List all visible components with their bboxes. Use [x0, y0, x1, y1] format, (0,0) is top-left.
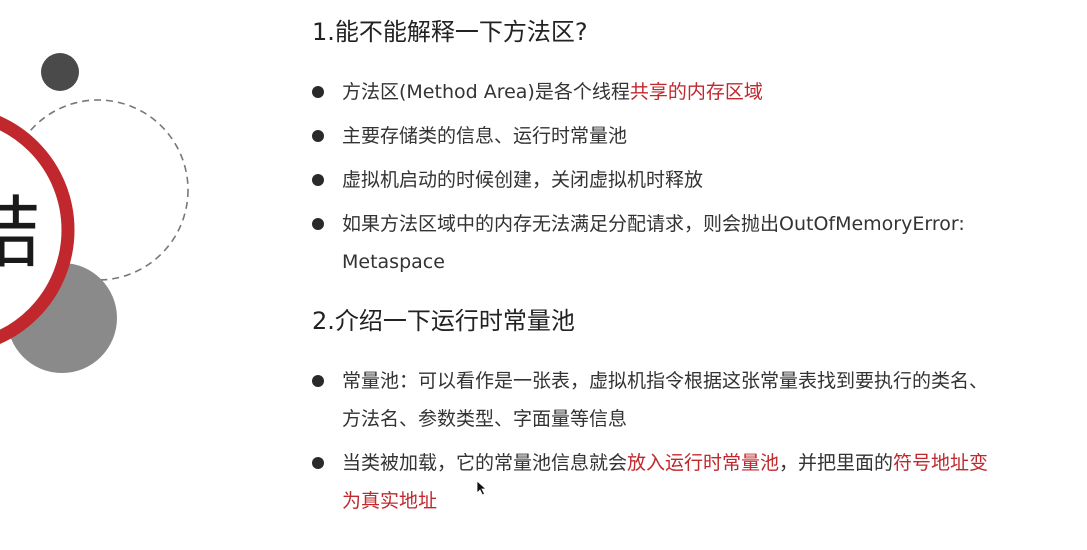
item-text: 方法区(Method Area)是各个线程 — [342, 81, 630, 103]
item-text: 常量池：可以看作是一张表，虚拟机指令根据这张常量表找到要执行的类名、 — [342, 370, 989, 392]
section2-heading: 2.介绍一下运行时常量池 — [312, 307, 575, 335]
section2-list-wrap: 常量池：可以看作是一张表，虚拟机指令根据这张常量表找到要执行的类名、 方法名、参… — [312, 362, 1082, 520]
list-item: 主要存储类的信息、运行时常量池 — [312, 117, 1072, 155]
item-text-cont: Metaspace — [342, 251, 445, 273]
bullet-icon — [312, 174, 324, 186]
item-text: 当类被加载，它的常量池信息就会 — [342, 452, 628, 474]
bullet-icon — [312, 375, 324, 387]
cursor-icon — [476, 480, 488, 496]
list-item: 如果方法区域中的内存无法满足分配请求，则会抛出OutOfMemoryError:… — [312, 205, 1072, 281]
section1-list: 方法区(Method Area)是各个线程共享的内存区域 主要存储类的信息、运行… — [312, 73, 1072, 281]
section1-list-wrap: 方法区(Method Area)是各个线程共享的内存区域 主要存储类的信息、运行… — [312, 73, 1072, 281]
bullet-icon — [312, 457, 324, 469]
item-highlight: 放入运行时常量池 — [627, 452, 780, 474]
item-highlight: 共享的内存区域 — [629, 81, 763, 103]
item-text-cont: 方法名、参数类型、字面量等信息 — [342, 408, 628, 430]
section2-list: 常量池：可以看作是一张表，虚拟机指令根据这张常量表找到要执行的类名、 方法名、参… — [312, 362, 1082, 520]
list-item: 虚拟机启动的时候创建，关闭虚拟机时释放 — [312, 161, 1072, 199]
item-highlight: 为真实地址 — [342, 490, 438, 512]
item-text: 虚拟机启动的时候创建，关闭虚拟机时释放 — [342, 169, 704, 191]
bullet-icon — [312, 86, 324, 98]
section1-heading: 1.能不能解释一下方法区? — [312, 18, 588, 46]
item-text: 如果方法区域中的内存无法满足分配请求，则会抛出OutOfMemoryError: — [342, 213, 965, 235]
list-item: 方法区(Method Area)是各个线程共享的内存区域 — [312, 73, 1072, 111]
bullet-icon — [312, 218, 324, 230]
small-dark-circle — [41, 53, 79, 91]
decorative-circles: 结 — [0, 53, 189, 373]
list-item: 当类被加载，它的常量池信息就会放入运行时常量池，并把里面的符号地址变 为真实地址 — [312, 444, 1082, 520]
section-method-area: 1.能不能解释一下方法区? — [312, 16, 588, 48]
item-text: ，并把里面的 — [779, 452, 894, 474]
bullet-icon — [312, 130, 324, 142]
list-item: 常量池：可以看作是一张表，虚拟机指令根据这张常量表找到要执行的类名、 方法名、参… — [312, 362, 1082, 438]
item-text: 主要存储类的信息、运行时常量池 — [342, 125, 628, 147]
item-highlight: 符号地址变 — [893, 452, 989, 474]
section-constant-pool: 2.介绍一下运行时常量池 — [312, 305, 575, 337]
big-char: 结 — [0, 189, 41, 279]
